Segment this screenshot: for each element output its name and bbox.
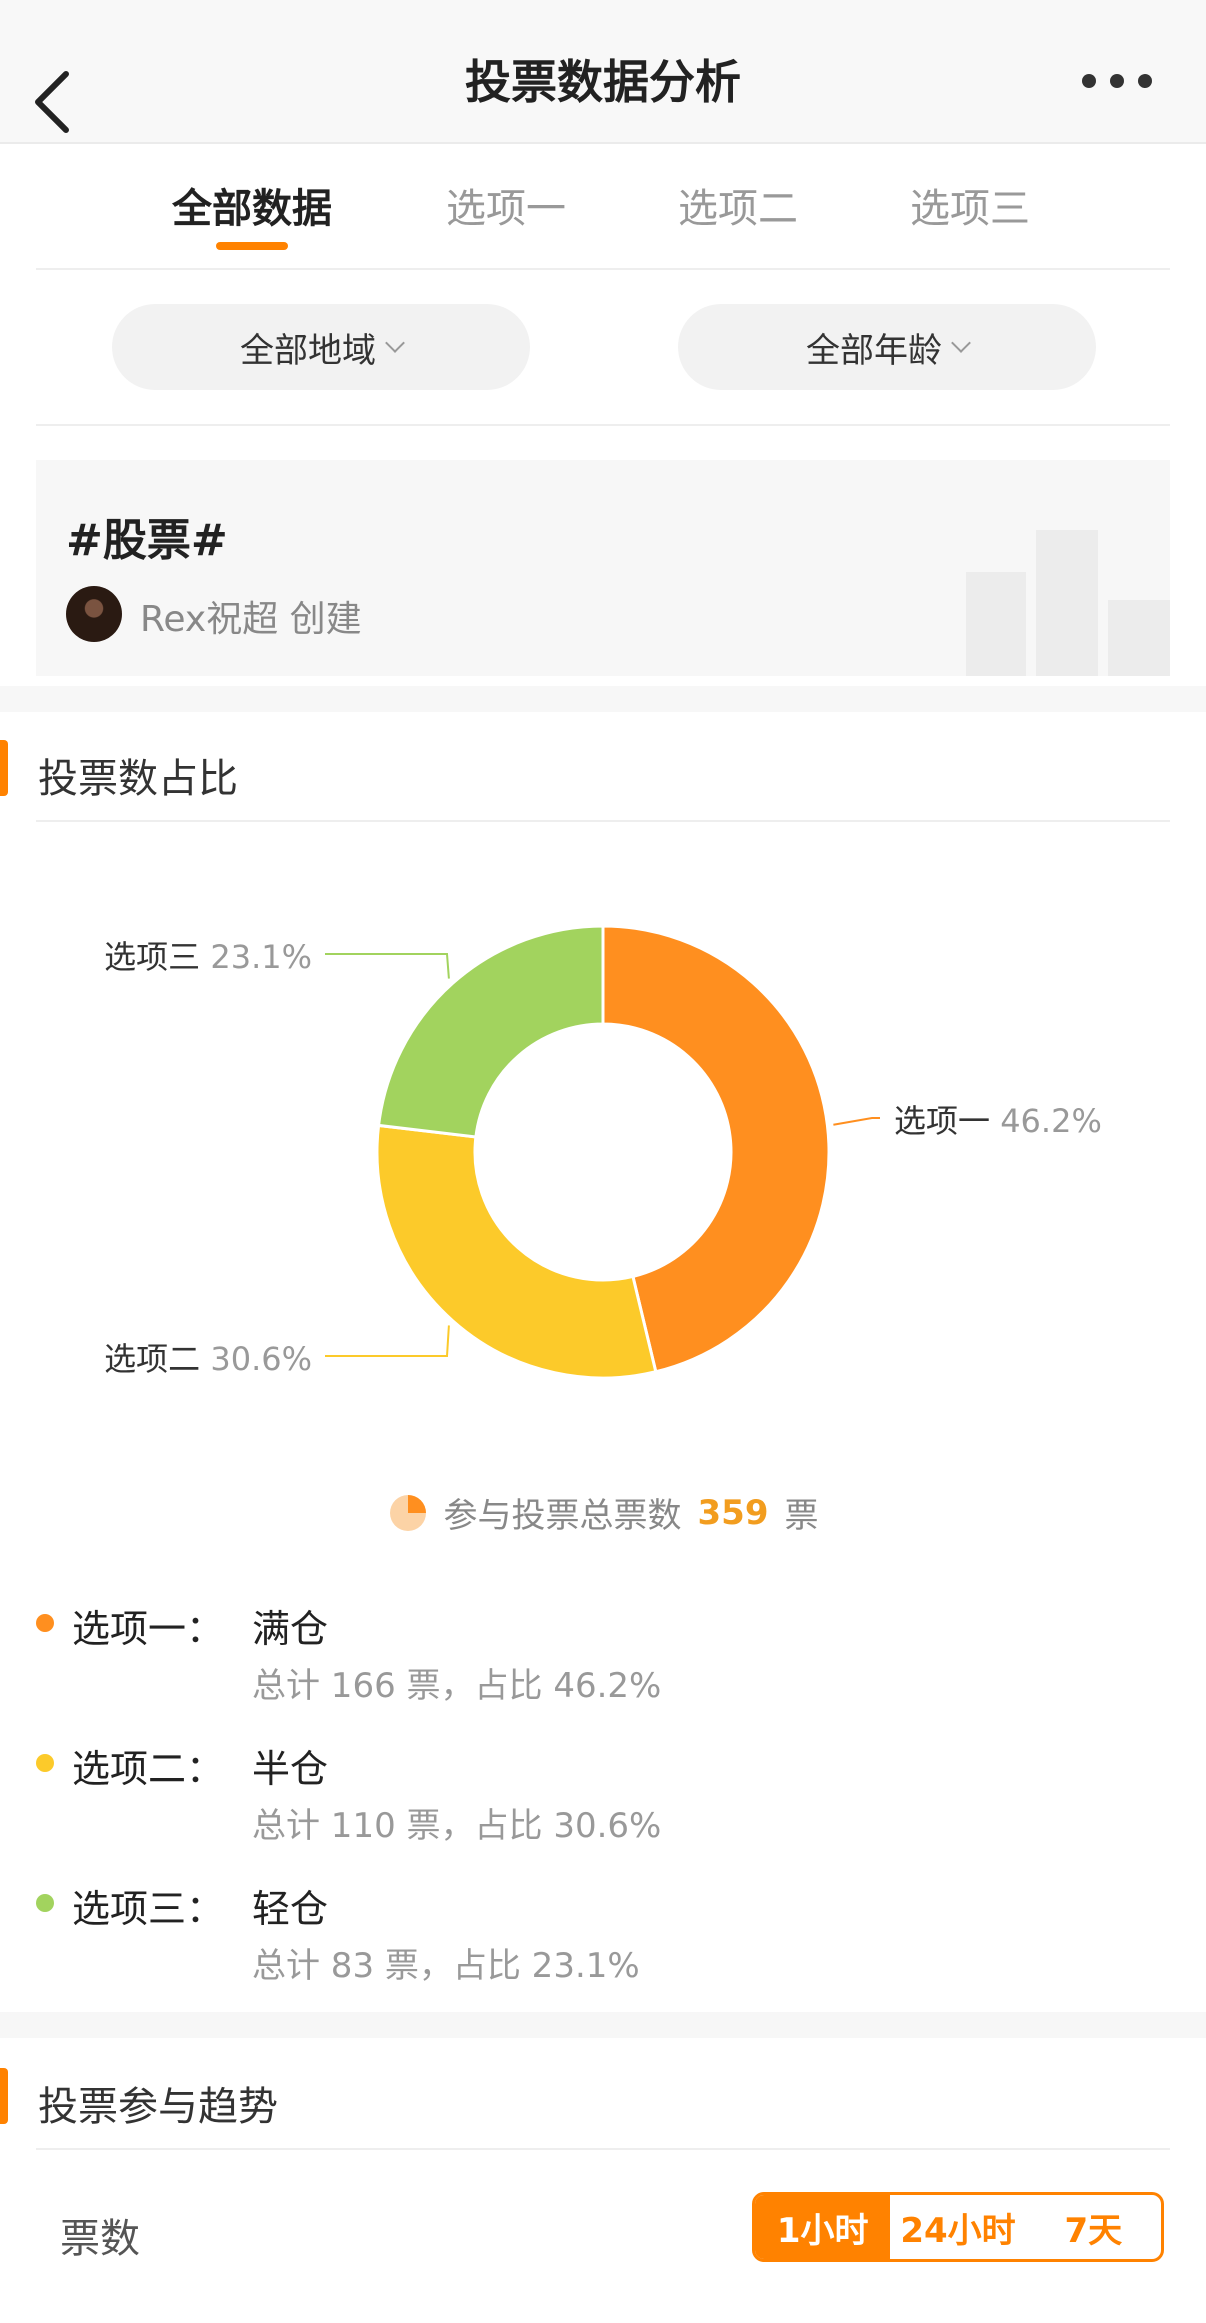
section-title: 投票数占比	[38, 756, 238, 802]
option-color-dot	[36, 1614, 54, 1632]
tab-bar: 全部数据 选项一 选项二 选项三	[0, 146, 1206, 270]
nav-bar: 投票数据分析	[0, 0, 1206, 144]
divider	[36, 268, 1170, 270]
section-title: 投票参与趋势	[38, 2084, 278, 2130]
tab-option-2[interactable]: 选项二	[638, 176, 838, 234]
slice-label-2: 选项二 30.6%	[104, 1340, 312, 1378]
divider	[36, 424, 1170, 426]
option-name: 半仓	[252, 1747, 329, 1791]
section-accent-bar	[0, 740, 8, 796]
trend-unit-label: 票数	[60, 2216, 140, 2262]
option-detail: 总计 110 票，占比 30.6%	[252, 1806, 662, 1846]
option-item: 选项一： 满仓 总计 166 票，占比 46.2%	[0, 1590, 1206, 1720]
section-separator	[0, 2012, 1206, 2038]
creator-text: Rex祝超 创建	[140, 599, 362, 640]
avatar	[66, 586, 122, 642]
topic-card[interactable]: #股票# Rex祝超 创建	[36, 460, 1170, 676]
leader-line-1	[833, 1117, 880, 1126]
option-name: 轻仓	[252, 1887, 329, 1931]
tab-option-1[interactable]: 选项一	[406, 176, 606, 234]
leader-line-3	[325, 953, 450, 979]
option-detail: 总计 166 票，占比 46.2%	[252, 1666, 662, 1706]
vote-share-section-header: 投票数占比	[0, 716, 1206, 822]
option-detail: 总计 83 票，占比 23.1%	[252, 1946, 640, 1986]
tab-all-data[interactable]: 全部数据	[152, 176, 352, 234]
section-separator	[0, 686, 1206, 712]
decorative-bar-chart-icon	[966, 572, 1026, 676]
option-label: 选项一：	[72, 1607, 225, 1651]
option-label: 选项三：	[72, 1887, 225, 1931]
chevron-down-icon	[385, 333, 405, 353]
range-7-days-button[interactable]: 7天	[1026, 2195, 1161, 2259]
option-item: 选项二： 半仓 总计 110 票，占比 30.6%	[0, 1730, 1206, 1860]
divider	[36, 820, 1170, 822]
option-label: 选项二：	[72, 1747, 225, 1791]
total-prefix: 参与投票总票数	[443, 1496, 682, 1536]
more-options-icon[interactable]	[1082, 62, 1152, 102]
section-accent-bar	[0, 2068, 8, 2124]
vote-trend-section-header: 投票参与趋势	[0, 2044, 1206, 2150]
option-color-dot	[36, 1894, 54, 1912]
slice-label-1: 选项一 46.2%	[894, 1102, 1102, 1140]
donut-slice-3[interactable]	[376, 924, 605, 1139]
decorative-bar-chart-icon	[1036, 530, 1098, 676]
topic-title: #股票#	[66, 515, 228, 566]
time-range-selector: 1小时 24小时 7天	[752, 2192, 1164, 2262]
decorative-bar-chart-icon	[1108, 600, 1170, 676]
donut-slice-2[interactable]	[375, 1123, 658, 1380]
slice-label-3: 选项三 23.1%	[104, 938, 312, 976]
leader-line-2	[325, 1325, 450, 1357]
option-color-dot	[36, 1754, 54, 1772]
tab-option-3[interactable]: 选项三	[870, 176, 1070, 234]
pie-chart-icon	[389, 1494, 426, 1531]
total-count: 359	[697, 1492, 769, 1533]
range-24-hours-button[interactable]: 24小时	[890, 2195, 1025, 2259]
active-tab-indicator	[216, 242, 288, 250]
total-suffix: 票	[784, 1496, 819, 1536]
divider	[36, 2148, 1170, 2150]
range-1-hour-button[interactable]: 1小时	[755, 2195, 891, 2259]
option-name: 满仓	[252, 1607, 329, 1651]
vote-share-donut-chart: 选项一 46.2% 选项二 30.6% 选项三 23.1%	[104, 924, 1102, 1380]
chevron-down-icon	[951, 333, 971, 353]
option-item: 选项三： 轻仓 总计 83 票，占比 23.1%	[0, 1870, 1206, 2000]
age-filter-dropdown[interactable]: 全部年龄	[678, 304, 1096, 390]
total-votes: 参与投票总票数 359 票	[0, 1488, 1206, 1537]
region-filter-label: 全部地域	[240, 330, 376, 371]
region-filter-dropdown[interactable]: 全部地域	[112, 304, 530, 390]
age-filter-label: 全部年龄	[806, 330, 942, 371]
page-title: 投票数据分析	[465, 55, 741, 109]
